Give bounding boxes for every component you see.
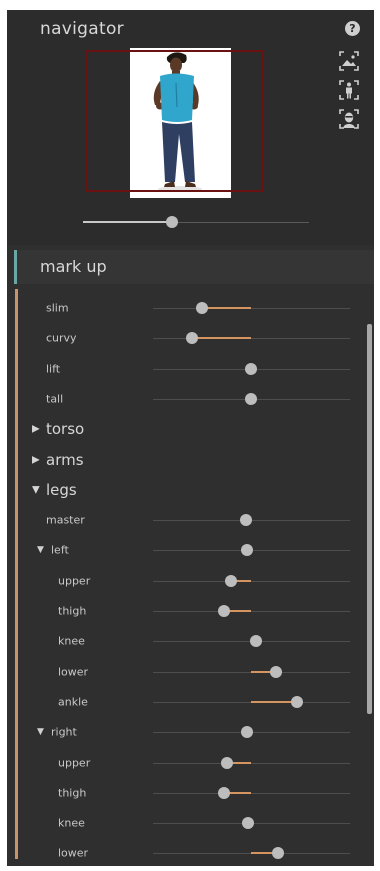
slider-row-upper[interactable]: upper — [7, 748, 357, 778]
slider-knob[interactable] — [242, 817, 255, 830]
slider-label: curvy — [46, 331, 77, 345]
markup-title: mark up — [40, 257, 107, 276]
slider-label: lower — [58, 846, 89, 860]
slider-label: tall — [46, 392, 64, 406]
slider-label: knee — [58, 634, 85, 648]
slider-row-thigh[interactable]: thigh — [7, 778, 357, 808]
slider-knob[interactable] — [221, 756, 234, 769]
slider-label: ankle — [58, 695, 88, 709]
slider-knob[interactable] — [240, 514, 253, 527]
fit-scene-icon[interactable] — [338, 50, 360, 72]
slider-knob[interactable] — [291, 695, 304, 708]
slider-row-slim[interactable]: slim — [7, 293, 357, 323]
viewport-frame[interactable] — [86, 50, 263, 192]
zoom-slider-fill — [83, 221, 171, 223]
slider-label: thigh — [58, 604, 87, 618]
slider-knob[interactable] — [241, 726, 254, 739]
slider-label: lower — [58, 665, 89, 679]
markup-accent-bar — [14, 250, 17, 284]
slider-knob[interactable] — [272, 847, 285, 860]
slider-row-knee[interactable]: knee — [7, 808, 357, 838]
slider-track[interactable] — [153, 762, 350, 764]
slider-track[interactable] — [153, 611, 350, 612]
slider-row-thigh[interactable]: thigh — [7, 596, 357, 626]
slider-track[interactable] — [153, 580, 350, 582]
zoom-slider-knob[interactable] — [166, 216, 178, 228]
slider-row-lift[interactable]: lift — [7, 354, 357, 384]
subsection-right[interactable]: ▼ right — [7, 717, 357, 747]
slider-row-master[interactable]: master — [7, 505, 357, 535]
section-label: legs — [46, 480, 77, 499]
slider-row-upper[interactable]: upper — [7, 566, 357, 596]
section-torso[interactable]: ▶ torso — [7, 414, 357, 444]
slider-label: thigh — [58, 786, 87, 800]
section-label: torso — [46, 420, 85, 439]
fit-body-icon[interactable] — [338, 79, 360, 101]
slider-knob[interactable] — [217, 786, 230, 799]
slider-knob[interactable] — [186, 332, 199, 345]
markup-slider-list: slim curvy lift tall ▶ torso ▶ arms ▼ legs master ▼… — [7, 289, 374, 866]
slider-offset-fill — [202, 307, 251, 309]
slider-track[interactable] — [153, 338, 350, 340]
slider-knob[interactable] — [225, 574, 238, 587]
collapsed-arrow-icon[interactable]: ▶ — [32, 424, 40, 435]
help-icon[interactable]: ? — [345, 21, 360, 36]
slider-row-tall[interactable]: tall — [7, 384, 357, 414]
markup-section-header[interactable]: mark up — [14, 250, 374, 284]
section-legs[interactable]: ▼ legs — [7, 475, 357, 505]
app-window: navigator ? mark up slim curvy lift tall… — [7, 10, 374, 866]
expanded-arrow-icon[interactable]: ▼ — [32, 484, 40, 495]
slider-knob[interactable] — [196, 302, 208, 314]
collapsed-arrow-icon[interactable]: ▶ — [32, 454, 40, 465]
slider-knob[interactable] — [241, 544, 254, 557]
slider-row-lower[interactable]: lower — [7, 657, 357, 687]
expanded-arrow-icon[interactable]: ▼ — [37, 727, 44, 737]
slider-row-ankle[interactable]: ankle — [7, 687, 357, 717]
slider-label: upper — [58, 756, 91, 769]
subsection-left[interactable]: ▼ left — [7, 535, 357, 565]
subsection-label: left — [51, 543, 69, 557]
slider-row-lower[interactable]: lower — [7, 838, 357, 868]
scrollbar[interactable] — [367, 324, 372, 714]
slider-knob[interactable] — [269, 665, 282, 678]
slider-label: master — [46, 513, 85, 527]
section-arms[interactable]: ▶ arms — [7, 445, 357, 475]
slider-knob[interactable] — [217, 605, 230, 617]
slider-label: slim — [46, 301, 69, 315]
slider-label: lift — [46, 362, 61, 376]
slider-offset-fill — [192, 337, 251, 340]
slider-knob[interactable] — [245, 392, 257, 405]
slider-row-curvy[interactable]: curvy — [7, 323, 357, 353]
slider-label: upper — [58, 574, 91, 588]
slider-label: knee — [58, 816, 85, 830]
subsection-label: right — [51, 725, 77, 739]
slider-row-knee[interactable]: knee — [7, 626, 357, 656]
slider-track[interactable] — [153, 308, 350, 309]
navigator-panel: navigator ? — [7, 10, 374, 245]
slider-knob[interactable] — [249, 635, 262, 648]
fit-face-icon[interactable] — [338, 108, 360, 130]
navigator-title: navigator — [40, 19, 124, 39]
slider-track[interactable] — [153, 792, 350, 794]
section-label: arms — [46, 450, 84, 469]
slider-knob[interactable] — [245, 362, 257, 375]
expanded-arrow-icon[interactable]: ▼ — [37, 545, 44, 555]
